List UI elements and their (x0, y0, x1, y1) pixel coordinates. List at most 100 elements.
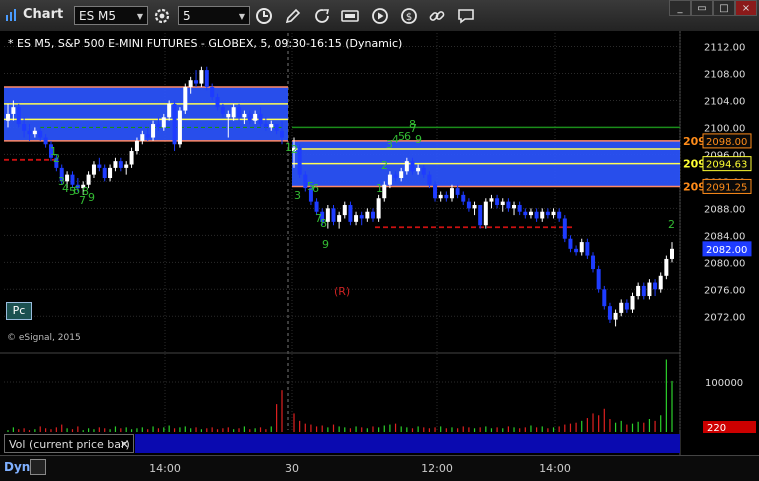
candle (410, 161, 415, 172)
quote-button[interactable] (340, 6, 360, 26)
x-tick-label: 14:00 (149, 462, 181, 475)
candle (444, 194, 449, 199)
zoom-icon[interactable] (30, 459, 46, 475)
candle (387, 174, 392, 185)
copyright-text: © eSignal, 2015 (7, 333, 81, 343)
candle (253, 113, 258, 121)
candle (145, 134, 150, 138)
close-button[interactable]: × (735, 0, 757, 16)
candle (297, 147, 302, 175)
minimize-button[interactable]: _ (669, 0, 691, 16)
x-tick-label: 14:00 (539, 462, 571, 475)
candle (534, 211, 539, 219)
chevron-down-icon: ▼ (136, 12, 143, 21)
candle (500, 201, 505, 205)
candle (658, 275, 663, 290)
candle (478, 204, 483, 226)
candle (348, 204, 353, 222)
candle (102, 167, 107, 179)
symbol-selector[interactable]: ES M5 ▼ (74, 6, 148, 25)
candle (161, 117, 166, 128)
candle (636, 285, 641, 297)
candle (269, 124, 274, 128)
candle (619, 302, 624, 313)
candle (438, 194, 443, 199)
candle (455, 188, 460, 195)
comment-button[interactable] (456, 6, 476, 26)
play-button[interactable] (370, 6, 390, 26)
candle (545, 211, 550, 216)
candle (140, 134, 145, 141)
td-count-label: 1 (376, 182, 383, 195)
candle (38, 130, 43, 138)
dynamic-label[interactable]: Dyn (4, 460, 30, 474)
x-tick-label: 30 (285, 462, 299, 475)
candle (466, 201, 471, 209)
symbol-settings-button[interactable] (152, 6, 172, 26)
dollar-icon: $ (401, 8, 417, 24)
chevron-down-icon: ▼ (238, 12, 245, 21)
price-chart[interactable]: 2072.002076.002080.002084.002088.002092.… (0, 31, 759, 455)
td-count-label: 8 (409, 118, 416, 131)
currency-button[interactable]: $ (399, 6, 419, 26)
maximize-button[interactable]: □ (713, 0, 735, 16)
candle (607, 306, 612, 320)
chart-header: * ES M5, S&P 500 E-MINI FUTURES - GLOBEX… (8, 37, 403, 50)
candle (280, 130, 284, 138)
candle (337, 215, 342, 222)
candle (97, 164, 102, 168)
candle (523, 211, 528, 216)
candle (231, 107, 236, 118)
candle (540, 211, 545, 219)
price-label: 2098.00 (706, 137, 747, 148)
close-icon[interactable]: ✕ (120, 435, 129, 454)
refresh-button[interactable] (312, 6, 332, 26)
y-tick-label: 2100.00 (704, 123, 745, 134)
window-title: Chart (23, 7, 64, 22)
candle (393, 174, 398, 179)
y-tick-label: 2084.00 (704, 231, 745, 242)
candle (433, 184, 438, 199)
candle (86, 174, 91, 185)
candle (242, 113, 247, 118)
interval-selector[interactable]: 5 ▼ (178, 6, 250, 25)
interval-settings-button[interactable] (254, 6, 274, 26)
candle (647, 282, 652, 297)
candle (274, 124, 279, 131)
link-button[interactable] (427, 6, 447, 26)
svg-text:$: $ (406, 12, 412, 23)
price-label: 2091.25 (706, 182, 747, 193)
candle (399, 171, 404, 179)
candle (342, 204, 347, 216)
candle (365, 211, 370, 219)
candle (199, 70, 204, 84)
pc-badge[interactable]: Pc (6, 302, 32, 320)
volume-panel-label: Vol (current price bar) ✕ (4, 434, 134, 453)
candle (22, 124, 27, 131)
candle (653, 282, 658, 290)
candle (630, 296, 635, 310)
y-tick-label: 2080.00 (704, 258, 745, 269)
volume-panel-title: Vol (current price bar) (9, 438, 130, 451)
refresh-icon (315, 9, 330, 23)
candle (156, 124, 161, 128)
y-tick-label: 2112.00 (704, 42, 745, 53)
candle (263, 124, 268, 128)
previous-value-area (4, 86, 288, 141)
candle (32, 130, 37, 135)
td-count-label: 2 (668, 218, 675, 231)
volume-y-tick-label: 100000 (705, 378, 743, 389)
candle (151, 124, 156, 138)
price-label: 2094.63 (706, 160, 747, 171)
candle (562, 218, 567, 239)
candle (91, 164, 96, 175)
candle (512, 204, 517, 209)
candle (664, 258, 669, 276)
candle (528, 211, 533, 216)
restore-button[interactable]: ▭ (691, 0, 713, 16)
candle (113, 161, 118, 168)
candle (177, 110, 182, 145)
draw-tool-button[interactable] (283, 6, 303, 26)
candle (574, 248, 579, 253)
chart-app-icon (6, 9, 16, 21)
